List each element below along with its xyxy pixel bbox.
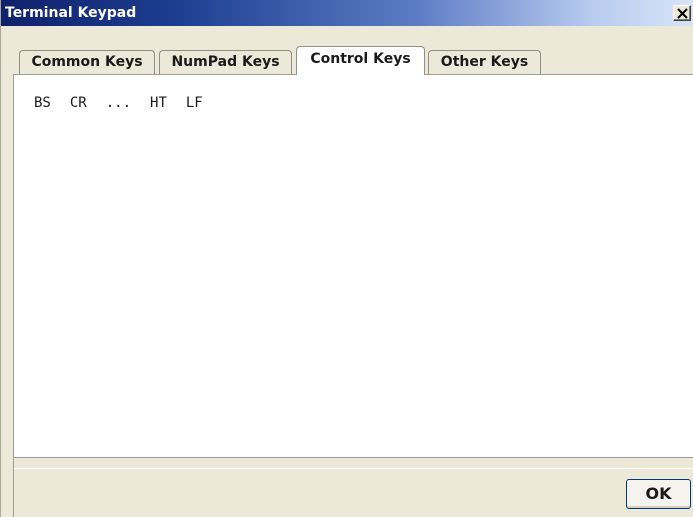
close-icon [677, 8, 688, 19]
key-lf[interactable]: LF [186, 94, 203, 112]
control-key-list: BS CR... HT LF [34, 94, 222, 112]
key-ht[interactable]: HT [150, 94, 167, 112]
ok-button[interactable]: OK [626, 479, 691, 509]
close-button[interactable] [673, 5, 691, 21]
window-title: Terminal Keypad [5, 5, 137, 21]
key-bs[interactable]: BS [34, 94, 51, 112]
footer-left-border [13, 458, 14, 517]
terminal-keypad-dialog: Terminal Keypad Common Keys NumPad Keys … [0, 0, 693, 517]
key-cr[interactable]: CR [70, 94, 87, 112]
tab-label: Common Keys [31, 54, 143, 70]
control-keys-panel: BS CR... HT LF [13, 75, 693, 457]
footer-separator-highlight [13, 468, 693, 469]
title-bar[interactable]: Terminal Keypad [1, 0, 693, 26]
tab-numpad-keys[interactable]: NumPad Keys [159, 50, 292, 74]
key-ellipsis[interactable]: ... [106, 94, 131, 112]
footer-separator [13, 457, 693, 458]
tab-label: Other Keys [440, 54, 529, 70]
tab-common-keys[interactable]: Common Keys [19, 50, 155, 74]
tab-other-keys[interactable]: Other Keys [428, 50, 541, 74]
tab-control-keys[interactable]: Control Keys [296, 46, 425, 75]
tab-label: Control Keys [310, 51, 411, 67]
tab-label: NumPad Keys [171, 54, 280, 70]
